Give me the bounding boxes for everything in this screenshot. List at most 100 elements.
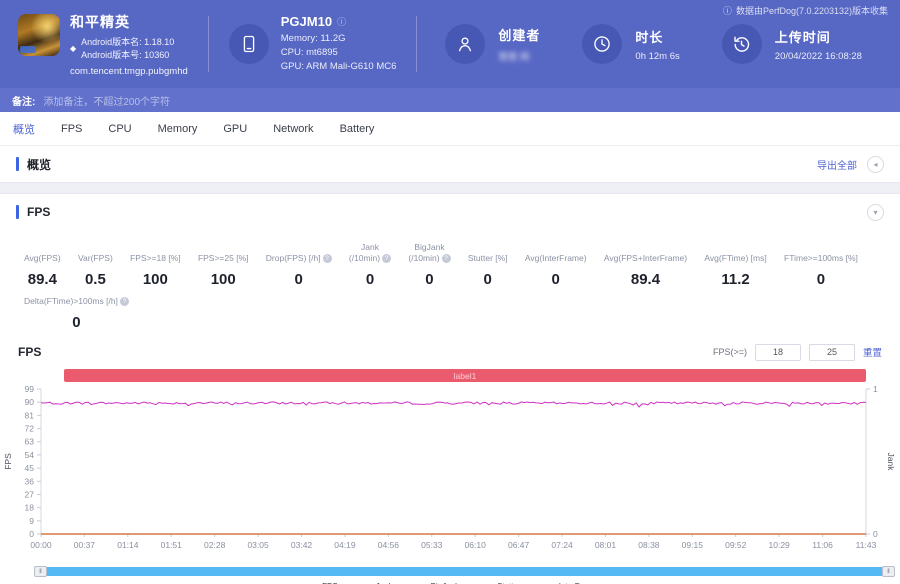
help-icon[interactable]: ? [119,297,129,306]
stat-jank: Jank (/10min)? 0 [349,242,392,288]
export-all-link[interactable]: 导出全部 [817,157,857,172]
reset-link[interactable]: 重置 [863,345,882,359]
tab-overview[interactable]: 概览 [13,121,35,137]
stat-value: 100 [142,271,168,288]
stat-label: Avg(FPS) [24,253,61,263]
diamond-icon: ◆ [70,44,77,53]
stat-avg-ftime: Avg(FTime) [ms] 11.2 [704,253,766,288]
device-cpu: CPU: mt6895 [280,47,338,58]
creator-block: 创建者 悠悠 网 [445,24,540,64]
tab-gpu[interactable]: GPU [223,123,247,135]
overview-section-header: 概览 导出全部 ◂ [0,146,900,182]
app-icon [18,13,60,56]
section-accent-bar [16,157,19,171]
info-icon: ⓘ [722,6,732,16]
stat-value: 0 [483,271,492,288]
upload-label: 上传时间 [774,29,831,45]
app-package: com.tencent.tmgp.pubgmhd [70,65,188,77]
fps-chart-section: FPS FPS(>=) 重置 label1 0 9 18 27 36 45 54 63 72 81… [0,343,900,584]
fps-section-title: FPS [27,205,51,219]
help-icon[interactable]: ? [322,254,332,263]
stat-label: Avg(FPS+InterFrame) [603,253,688,263]
note-bar[interactable]: 备注: 添加备注，不超过200个字符 [0,88,900,112]
chart-annotation-band[interactable]: label1 [64,369,866,382]
help-icon[interactable]: ? [441,254,451,263]
stat-value: 0 [551,271,560,288]
fps-line-chart[interactable]: 0 9 18 27 36 45 54 63 72 81 90 99 0 1 FPS Jank 00:00 00:3… [0,384,900,559]
app-version-name: Android版本名: 1.18.10 [81,36,175,47]
x-tick-label: 00:37 [74,540,96,550]
collapse-left-button[interactable]: ◂ [867,155,884,173]
stat-value: 0 [425,271,434,288]
collect-note: ⓘ 数据由PerfDog(7.0.2203132)版本收集 [723,4,888,17]
stat-fps-ge-25: FPS>=25 [%] 100 [198,253,249,288]
stat-label: Var(FPS) [77,253,113,263]
help-icon[interactable]: ? [382,254,392,263]
duration-label: 时长 [635,29,664,45]
x-tick-label: 08:01 [595,540,617,550]
stat-avg-fps-interframe: Avg(FPS+InterFrame) 89.4 [604,253,687,288]
note-placeholder[interactable]: 添加备注，不超过200个字符 [43,93,170,108]
stat-label: Stutter [%] [467,253,508,263]
device-memory: Memory: 11.2G [280,33,346,44]
stat-label: FPS>=18 [%] [130,253,181,263]
y2-tick-label: 0 [873,529,878,539]
y-tick-label: 63 [25,437,35,447]
slider-track[interactable] [45,567,884,576]
fps-stats-row-2: Delta(FTime)>100ms [/h]? 0 [0,288,900,331]
collapse-down-button[interactable]: ▾ [867,203,884,221]
history-clock-icon [721,24,762,64]
clock-icon [582,24,623,64]
divider [416,16,418,72]
stat-bigjank: BigJank (/10min)? 0 [408,242,451,288]
tab-battery[interactable]: Battery [340,123,375,135]
stat-stutter: Stutter [%] 0 [468,253,508,288]
device-info-icon[interactable]: ⓘ [337,15,346,28]
tab-network[interactable]: Network [273,123,313,135]
note-label: 备注: [12,96,36,108]
y-axis-title-right: Jank [886,453,896,472]
y-tick-label: 72 [25,424,35,434]
slider-right-handle[interactable]: ‖ [882,566,895,577]
x-tick-label: 04:19 [334,540,356,550]
x-tick-label: 07:24 [551,540,573,550]
stat-label: Jank (/10min)? [349,242,392,264]
y-tick-label: 90 [25,397,35,407]
chart-title: FPS [18,345,42,359]
y-tick-label: 54 [25,450,35,460]
y-tick-label: 45 [25,463,35,473]
slider-left-handle[interactable]: ‖ [34,566,47,577]
stat-ftime-ge-100: FTime>=100ms [%] 0 [784,253,858,288]
tab-fps[interactable]: FPS [61,123,82,135]
x-tick-label: 00:00 [30,540,52,550]
y-tick-label: 99 [25,384,35,394]
tab-cpu[interactable]: CPU [108,123,131,135]
duration-value: 0h 12m 6s [635,50,680,62]
device-block: PGJM10 ⓘ Memory: 11.2G CPU: mt6895 GPU: … [228,14,396,74]
stat-label: Delta(FTime)>100ms [/h]? [24,296,129,307]
stat-avg-fps: Avg(FPS) 89.4 [24,253,61,288]
stat-value: 11.2 [721,271,750,288]
x-tick-label: 09:52 [725,540,747,550]
stat-value: 100 [210,271,236,288]
fps-threshold-input-2[interactable] [808,343,855,361]
stat-value: 0 [816,271,826,288]
stat-drop-fps: Drop(FPS) [/h]? 0 [266,253,332,288]
stat-label: Avg(FTime) [ms] [704,253,767,263]
fps-threshold-input-1[interactable] [754,343,801,361]
x-tick-label: 01:51 [161,540,183,550]
stat-label: Drop(FPS) [/h]? [266,253,332,264]
y2-tick-label: 1 [873,384,878,394]
tab-memory[interactable]: Memory [158,123,198,135]
collect-note-text: 数据由PerfDog(7.0.2203132)版本收集 [735,6,888,16]
stat-value: 0 [365,271,375,288]
divider [207,16,209,72]
main-tabs: 概览 FPS CPU Memory GPU Network Battery [0,112,900,146]
stat-var-fps: Var(FPS) 0.5 [78,253,113,288]
x-tick-label: 08:38 [638,540,660,550]
app-name: 和平精英 [70,13,130,30]
overview-section-title: 概览 [27,157,52,172]
x-tick-label: 01:14 [117,540,139,550]
section-separator [0,182,900,194]
y-tick-label: 18 [25,503,35,513]
